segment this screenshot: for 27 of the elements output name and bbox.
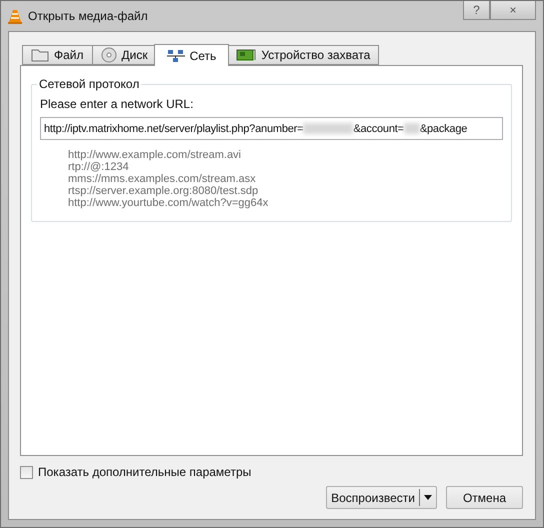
tab[interactable]: Устройство захвата bbox=[227, 45, 380, 65]
checkbox[interactable] bbox=[20, 466, 33, 478]
url-field[interactable]: http://iptv.matrixhome.net/server/playlist.php?anumber= &account= &package bbox=[40, 117, 503, 140]
url-prompt: Please enter a network URL: bbox=[40, 97, 194, 111]
traffic-cone-icon bbox=[8, 8, 22, 24]
example-url: rtsp://server.example.org:8080/test.sdp bbox=[68, 185, 260, 197]
tab[interactable]: Диск bbox=[92, 45, 157, 65]
window-title: Открыть медиа-файл bbox=[28, 9, 148, 23]
example-url: http://www.yourtube.com/watch?v=gg64x bbox=[68, 197, 270, 209]
cancel-button[interactable]: Отмена bbox=[446, 486, 523, 509]
tab[interactable]: Файл bbox=[22, 45, 93, 65]
expansion-card-icon bbox=[236, 48, 256, 62]
disc-icon bbox=[100, 47, 117, 63]
example-url: mms://mms.examples.com/stream.asx bbox=[68, 173, 257, 185]
folder-icon bbox=[31, 48, 49, 62]
close-button[interactable]: × bbox=[490, 1, 536, 20]
example-url: http://www.example.com/stream.avi bbox=[68, 149, 242, 161]
play-button[interactable]: Воспроизвести bbox=[326, 486, 437, 509]
dropdown-caret-icon bbox=[424, 495, 432, 500]
redaction-blur bbox=[303, 123, 354, 134]
redaction-blur bbox=[404, 123, 420, 134]
example-url: rtp://@:1234 bbox=[68, 161, 130, 173]
tab[interactable]: Сеть bbox=[154, 44, 230, 66]
group-title: Сетевой протокол bbox=[38, 77, 140, 91]
network-icon bbox=[166, 48, 185, 62]
help-button[interactable]: ? bbox=[463, 1, 490, 20]
checkbox-label: Показать дополнительные параметры bbox=[38, 465, 252, 479]
